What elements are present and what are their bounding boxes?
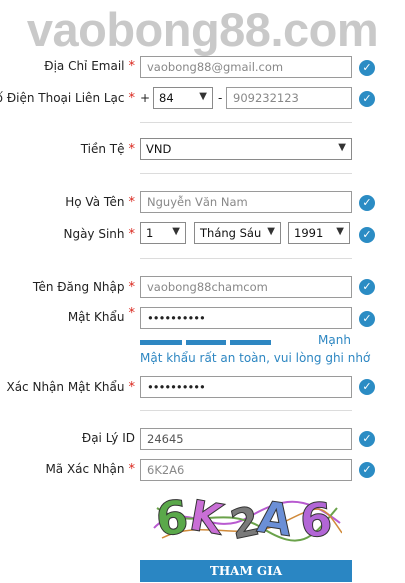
phone-country-code-select[interactable]: 84 ▼: [153, 87, 213, 109]
password-strength-label: Mạnh: [318, 333, 351, 347]
birthday-day-select[interactable]: 1 ▼: [140, 222, 186, 244]
divider: [140, 173, 352, 174]
submit-button[interactable]: THAM GIA: [140, 560, 352, 582]
caret-down-icon: ▼: [267, 226, 275, 237]
check-circle-icon: ✓: [359, 60, 375, 76]
check-circle-icon: ✓: [359, 379, 375, 395]
divider: [140, 122, 352, 123]
caret-down-icon: ▼: [199, 91, 207, 102]
confirm-password-label: Xác Nhận Mật Khẩu *: [6, 380, 135, 395]
birthday-year-select[interactable]: 1991 ▼: [288, 222, 350, 244]
username-label: Tên Đăng Nhập *: [32, 280, 135, 295]
svg-text:6: 6: [153, 489, 190, 544]
captcha-image: 6 K 2 A 6: [153, 489, 342, 544]
svg-text:6: 6: [298, 492, 334, 544]
email-field[interactable]: vaobong88@gmail.com: [140, 56, 352, 78]
svg-text:A: A: [254, 492, 295, 544]
check-circle-icon: ✓: [359, 311, 375, 327]
strength-bar-segment: [230, 340, 271, 345]
caret-down-icon: ▼: [336, 226, 344, 237]
check-circle-icon: ✓: [359, 279, 375, 295]
confirm-password-field[interactable]: ••••••••••: [140, 376, 352, 398]
agent-id-field[interactable]: 24645: [140, 428, 352, 450]
check-circle-icon: ✓: [359, 431, 375, 447]
password-field[interactable]: ••••••••••: [140, 307, 352, 329]
strength-bar-segment: [186, 340, 226, 345]
birthday-label: Ngày Sinh *: [63, 227, 135, 242]
check-circle-icon: ✓: [359, 195, 375, 211]
check-circle-icon: ✓: [359, 462, 375, 478]
birthday-month-select[interactable]: Tháng Sáu ▼: [194, 222, 281, 244]
username-field[interactable]: vaobong88chamcom: [140, 276, 352, 298]
captcha-field[interactable]: 6K2A6: [140, 459, 352, 481]
divider: [140, 410, 352, 411]
agent-id-label: Đại Lý ID: [81, 431, 135, 445]
phone-prefix: +: [140, 91, 151, 105]
caret-down-icon: ▼: [338, 142, 346, 153]
password-hint: Mật khẩu rất an toàn, vui lòng ghi nhớ: [140, 351, 371, 365]
phone-dash: -: [218, 91, 223, 105]
check-circle-icon: ✓: [359, 227, 375, 243]
site-watermark: vaobong88.com: [26, 3, 379, 56]
phone-label: Số Điện Thoại Liên Lạc *: [0, 91, 135, 106]
caret-down-icon: ▼: [172, 226, 180, 237]
strength-bar-segment: [140, 340, 182, 345]
phone-number-field[interactable]: 909232123: [226, 87, 352, 109]
svg-text:K: K: [186, 490, 228, 544]
fullname-field[interactable]: Nguyễn Văn Nam: [140, 191, 352, 213]
divider: [140, 258, 352, 259]
currency-label: Tiền Tệ *: [80, 142, 135, 157]
check-circle-icon: ✓: [359, 91, 375, 107]
captcha-label: Mã Xác Nhận *: [45, 462, 135, 477]
email-label: Địa Chỉ Email *: [44, 59, 135, 74]
password-label: Mật Khẩu *: [67, 306, 135, 324]
fullname-label: Họ Và Tên *: [65, 195, 135, 210]
currency-select[interactable]: VND ▼: [140, 138, 352, 160]
